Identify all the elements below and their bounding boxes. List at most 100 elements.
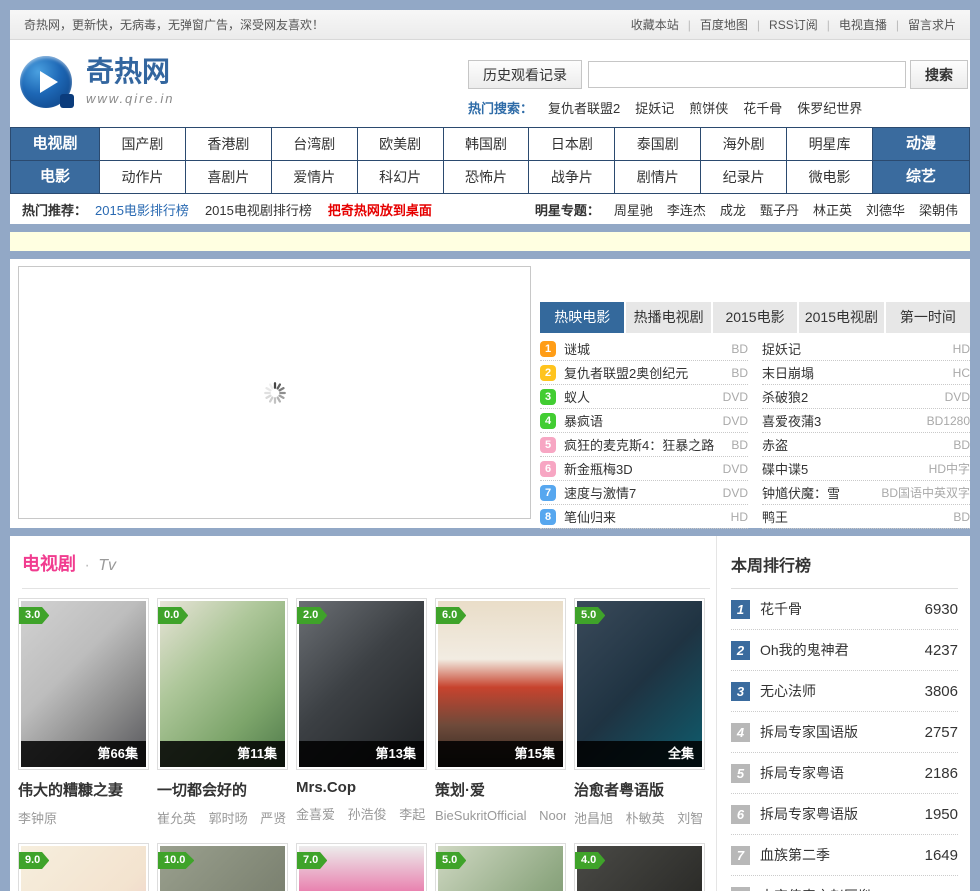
card-title[interactable]: Mrs.Cop bbox=[296, 779, 427, 796]
nav-variety[interactable]: 综艺 bbox=[873, 161, 970, 193]
tv-card[interactable]: 5.0 全集 治愈者粤语版 池昌旭 朴敏英 刘智 bbox=[574, 598, 705, 827]
link-add-to-desktop[interactable]: 把奇热网放到桌面 bbox=[328, 200, 432, 219]
movie-link[interactable]: 末日崩塌 bbox=[762, 363, 947, 382]
tab-hot-tv[interactable]: 热播电视剧 bbox=[626, 302, 711, 333]
history-button[interactable]: 历史观看记录 bbox=[468, 60, 582, 89]
star-link[interactable]: 甄子丹 bbox=[760, 200, 799, 219]
topbar-link-favorite[interactable]: 收藏本站 bbox=[631, 16, 679, 33]
card-actors[interactable]: 池昌旭 朴敏英 刘智 bbox=[574, 808, 705, 827]
nav-tv-series[interactable]: 电视剧 bbox=[11, 128, 99, 160]
movie-link[interactable]: 鸭王 bbox=[762, 507, 947, 526]
poster[interactable]: 5.0 bbox=[435, 843, 566, 891]
featured-slider[interactable] bbox=[18, 266, 531, 519]
poster[interactable]: 10.0 bbox=[157, 843, 288, 891]
movie-link[interactable]: 杀破狼2 bbox=[762, 387, 939, 406]
topbar-link-live-tv[interactable]: 电视直播 bbox=[839, 16, 887, 33]
tab-hot-movies[interactable]: 热映电影 bbox=[540, 302, 625, 333]
site-logo[interactable]: 奇热网 www.qire.in bbox=[20, 56, 174, 108]
nav-movies[interactable]: 电影 bbox=[11, 161, 99, 193]
tv-card[interactable]: 3.0 第66集 伟大的糟糠之妻 李钟原 bbox=[18, 598, 149, 827]
poster[interactable]: 4.0 bbox=[574, 843, 705, 891]
movie-link[interactable]: 钟馗伏魔：雪 bbox=[762, 483, 875, 502]
rank-link[interactable]: 大宋传奇之赵匡胤 bbox=[760, 886, 925, 891]
movie-link[interactable]: 赤盗 bbox=[762, 435, 947, 454]
hot-search-link[interactable]: 煎饼侠 bbox=[689, 98, 728, 117]
movie-link[interactable]: 速度与激情7 bbox=[564, 483, 717, 502]
tab-first-time[interactable]: 第一时间 bbox=[885, 302, 971, 333]
tv-card[interactable]: 5.0 bbox=[435, 843, 566, 891]
movie-link[interactable]: 谜城 bbox=[564, 339, 725, 358]
nav-star-library[interactable]: 明星库 bbox=[787, 128, 873, 160]
nav-domestic-drama[interactable]: 国产剧 bbox=[100, 128, 185, 160]
rank-link[interactable]: 血族第二季 bbox=[760, 845, 925, 865]
nav-anime[interactable]: 动漫 bbox=[873, 128, 970, 160]
rank-link[interactable]: 花千骨 bbox=[760, 599, 925, 619]
poster[interactable]: 3.0 第66集 bbox=[18, 598, 149, 770]
movie-link[interactable]: 疯狂的麦克斯4：狂暴之路 bbox=[564, 435, 725, 454]
card-title[interactable]: 伟大的糟糠之妻 bbox=[18, 779, 149, 800]
search-input[interactable] bbox=[588, 61, 906, 88]
rank-link[interactable]: 无心法师 bbox=[760, 681, 925, 701]
link-2015-tv-rank[interactable]: 2015电视剧排行榜 bbox=[205, 200, 312, 219]
tv-card[interactable]: 6.0 第15集 策划·爱 BieSukritOfficial Noon bbox=[435, 598, 566, 827]
rank-link[interactable]: Oh我的鬼神君 bbox=[760, 640, 925, 660]
tv-card[interactable]: 10.0 bbox=[157, 843, 288, 891]
poster[interactable]: 6.0 第15集 bbox=[435, 598, 566, 770]
nav-micro-film[interactable]: 微电影 bbox=[787, 161, 873, 193]
poster[interactable]: 9.0 bbox=[18, 843, 149, 891]
movie-link[interactable]: 捉妖记 bbox=[762, 339, 947, 358]
nav-overseas-drama[interactable]: 海外剧 bbox=[701, 128, 787, 160]
tab-2015-tv[interactable]: 2015电视剧 bbox=[799, 302, 884, 333]
nav-romance[interactable]: 爱情片 bbox=[271, 161, 357, 193]
nav-western-drama[interactable]: 欧美剧 bbox=[357, 128, 443, 160]
nav-thai-drama[interactable]: 泰国剧 bbox=[615, 128, 701, 160]
tv-card[interactable]: 4.0 bbox=[574, 843, 705, 891]
tv-card[interactable]: 9.0 bbox=[18, 843, 149, 891]
nav-documentary[interactable]: 纪录片 bbox=[701, 161, 787, 193]
card-actors[interactable]: 崔允英 郭时旸 严贤 bbox=[157, 808, 288, 827]
movie-link[interactable]: 复仇者联盟2奥创纪元 bbox=[564, 363, 725, 382]
topbar-link-rss[interactable]: RSS订阅 bbox=[769, 16, 818, 33]
star-link[interactable]: 梁朝伟 bbox=[919, 200, 958, 219]
tv-card[interactable]: 7.0 bbox=[296, 843, 427, 891]
hot-search-link[interactable]: 复仇者联盟2 bbox=[548, 98, 620, 117]
nav-hongkong-drama[interactable]: 香港剧 bbox=[185, 128, 271, 160]
nav-scifi[interactable]: 科幻片 bbox=[357, 161, 443, 193]
nav-comedy[interactable]: 喜剧片 bbox=[185, 161, 271, 193]
poster[interactable]: 5.0 全集 bbox=[574, 598, 705, 770]
card-actors[interactable]: 李钟原 bbox=[18, 808, 149, 827]
tab-2015-movies[interactable]: 2015电影 bbox=[712, 302, 798, 333]
section-title[interactable]: 电视剧 bbox=[22, 554, 76, 574]
card-title[interactable]: 一切都会好的 bbox=[157, 779, 288, 800]
rank-link[interactable]: 拆局专家粤语 bbox=[760, 763, 925, 783]
topbar-link-baidu-map[interactable]: 百度地图 bbox=[700, 16, 748, 33]
nav-taiwan-drama[interactable]: 台湾剧 bbox=[271, 128, 357, 160]
star-link[interactable]: 周星驰 bbox=[614, 200, 653, 219]
movie-link[interactable]: 笔仙归来 bbox=[564, 507, 725, 526]
search-button[interactable]: 搜索 bbox=[910, 60, 968, 89]
star-link[interactable]: 成龙 bbox=[720, 200, 746, 219]
tv-card[interactable]: 0.0 第11集 一切都会好的 崔允英 郭时旸 严贤 bbox=[157, 598, 288, 827]
movie-link[interactable]: 蚁人 bbox=[564, 387, 717, 406]
hot-search-link[interactable]: 花千骨 bbox=[743, 98, 782, 117]
card-title[interactable]: 策划·爱 bbox=[435, 779, 566, 800]
movie-link[interactable]: 碟中谍5 bbox=[762, 459, 923, 478]
movie-link[interactable]: 新金瓶梅3D bbox=[564, 459, 717, 478]
nav-action[interactable]: 动作片 bbox=[100, 161, 185, 193]
movie-link[interactable]: 暴疯语 bbox=[564, 411, 717, 430]
movie-link[interactable]: 喜爱夜蒲3 bbox=[762, 411, 921, 430]
nav-war[interactable]: 战争片 bbox=[529, 161, 615, 193]
card-actors[interactable]: 金喜爱 孙浩俊 李起 bbox=[296, 804, 427, 823]
card-actors[interactable]: BieSukritOfficial Noon bbox=[435, 808, 566, 823]
star-link[interactable]: 林正英 bbox=[813, 200, 852, 219]
nav-horror[interactable]: 恐怖片 bbox=[443, 161, 529, 193]
nav-japanese-drama[interactable]: 日本剧 bbox=[529, 128, 615, 160]
rank-link[interactable]: 拆局专家粤语版 bbox=[760, 804, 925, 824]
card-title[interactable]: 治愈者粤语版 bbox=[574, 779, 705, 800]
star-link[interactable]: 刘德华 bbox=[866, 200, 905, 219]
link-2015-movie-rank[interactable]: 2015电影排行榜 bbox=[95, 200, 189, 219]
topbar-link-request[interactable]: 留言求片 bbox=[908, 16, 956, 33]
tv-card[interactable]: 2.0 第13集 Mrs.Cop 金喜爱 孙浩俊 李起 bbox=[296, 598, 427, 827]
star-link[interactable]: 李连杰 bbox=[667, 200, 706, 219]
hot-search-link[interactable]: 捉妖记 bbox=[635, 98, 674, 117]
